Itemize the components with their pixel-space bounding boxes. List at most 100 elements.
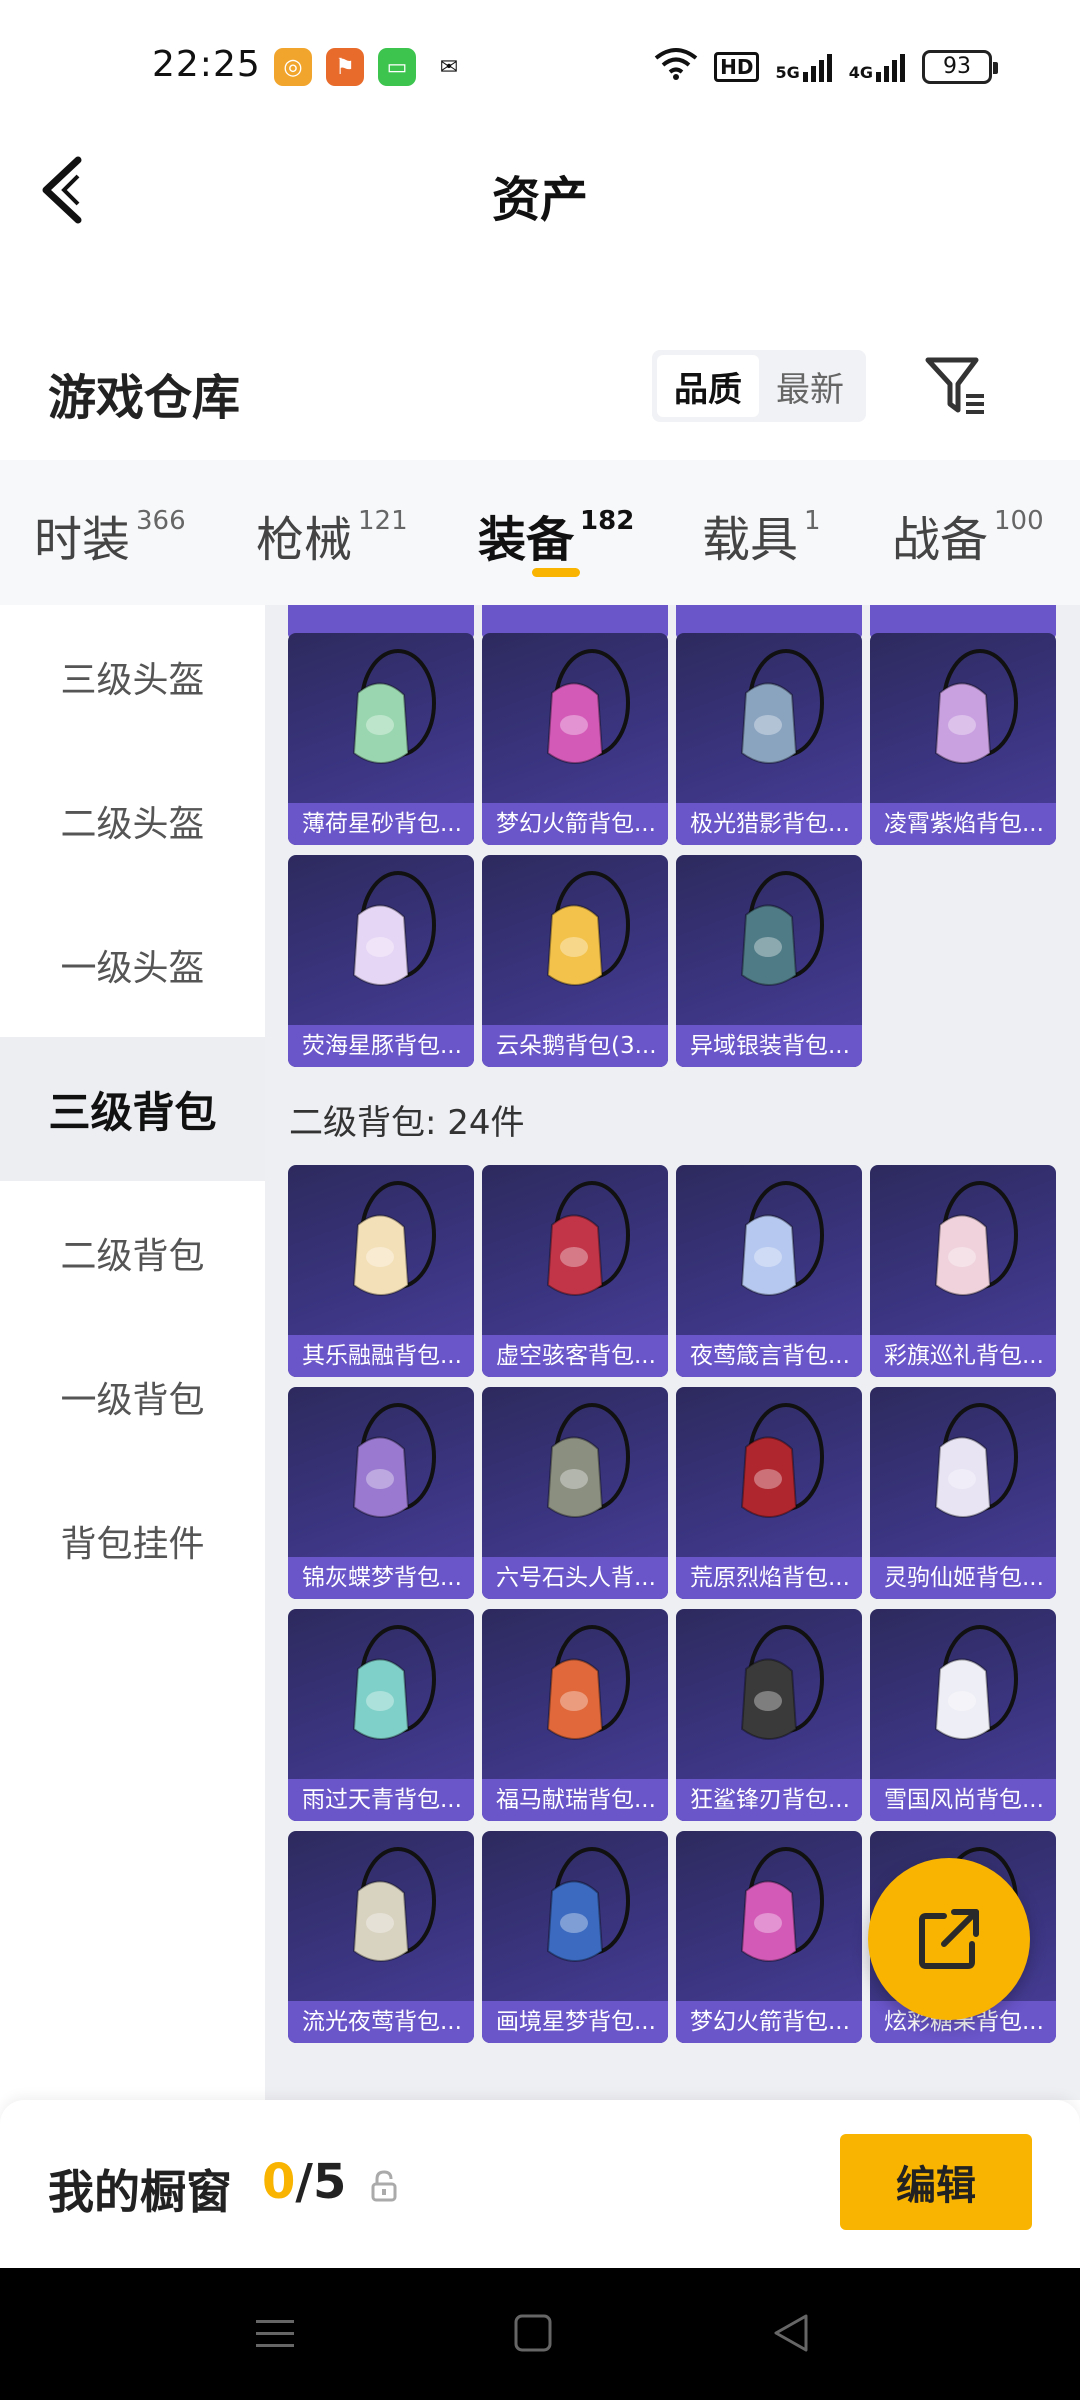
tab-count: 121: [358, 506, 408, 536]
item-tile[interactable]: 福马献瑞背包...: [482, 1609, 668, 1821]
active-tab-indicator: [532, 568, 580, 577]
tab-label: 装备: [478, 512, 575, 568]
item-tile[interactable]: 彩旗巡礼背包...: [870, 1165, 1056, 1377]
message-notification-icon: ▭: [378, 48, 416, 86]
lock-icon: [371, 2170, 397, 2202]
tab-label: 时装: [34, 512, 131, 568]
showcase-label: 我的橱窗: [48, 2165, 232, 2219]
item-tile[interactable]: 灵驹仙姬背包...: [870, 1387, 1056, 1599]
tab-fashion[interactable]: 时装 366: [34, 500, 186, 570]
item-name: 其乐融融背包...: [288, 1335, 474, 1377]
page-title: 资产: [491, 172, 588, 228]
item-tile[interactable]: 其乐融融背包...: [288, 1165, 474, 1377]
back-nav-icon[interactable]: [766, 2308, 816, 2358]
showcase-bar: 我的橱窗 0/5 编辑: [0, 2100, 1080, 2268]
item-tile[interactable]: 薄荷星砂背包...: [288, 633, 474, 845]
sidebar-item-level2-backpack[interactable]: 二级背包: [0, 1181, 265, 1325]
item-name: 彩旗巡礼背包...: [870, 1335, 1056, 1377]
subcategory-sidebar: 三级头盔 二级头盔 一级头盔 三级背包 二级背包 一级背包 背包挂件: [0, 605, 265, 2100]
item-name: 异域银装背包...: [676, 1025, 862, 1067]
tab-firearms[interactable]: 枪械 121: [256, 500, 408, 570]
item-name: 凌霄紫焰背包...: [870, 803, 1056, 845]
item-tile[interactable]: 雨过天青背包...: [288, 1609, 474, 1821]
backpack-image: [546, 649, 630, 764]
warehouse-title: 游戏仓库: [48, 370, 241, 426]
showcase-count: 0/5: [262, 2154, 346, 2210]
backpack-image: [352, 1847, 436, 1962]
tab-vehicles[interactable]: 载具 1: [702, 500, 821, 570]
notification-icons: ◎ ⚑ ▭ ✉: [274, 48, 468, 86]
sidebar-item-level3-backpack[interactable]: 三级背包: [0, 1037, 265, 1181]
item-name: 狂鲨锋刃背包...: [676, 1779, 862, 1821]
share-fab-button[interactable]: [868, 1858, 1030, 2020]
item-name: 雨过天青背包...: [288, 1779, 474, 1821]
mail-notification-icon: ✉: [430, 48, 468, 86]
item-tile[interactable]: 荒原烈焰背包...: [676, 1387, 862, 1599]
status-bar: 22:25 ◎ ⚑ ▭ ✉ HD 5G 4G 93: [0, 0, 1080, 135]
item-name: 画境星梦背包...: [482, 2001, 668, 2043]
sidebar-item-level1-backpack[interactable]: 一级背包: [0, 1325, 265, 1469]
signal-4g-icon: 4G: [849, 52, 906, 82]
item-name: 荒原烈焰背包...: [676, 1557, 862, 1599]
edit-button[interactable]: 编辑: [840, 2134, 1032, 2230]
item-tile[interactable]: 虚空骇客背包...: [482, 1165, 668, 1377]
backpack-image: [352, 1403, 436, 1518]
showcase-current: 0: [262, 2154, 296, 2210]
sidebar-item-level1-helmet[interactable]: 一级头盔: [0, 893, 265, 1037]
hd-badge: HD: [714, 51, 760, 82]
home-icon[interactable]: [508, 2308, 558, 2358]
tab-label: 载具: [702, 512, 799, 568]
sidebar-item-backpack-charm[interactable]: 背包挂件: [0, 1469, 265, 1613]
item-tile[interactable]: 梦幻火箭背包...: [676, 1831, 862, 2043]
sort-toggle: 品质 最新: [652, 350, 866, 422]
tab-equipment[interactable]: 装备 182: [478, 500, 634, 570]
item-name: 夜莺箴言背包...: [676, 1335, 862, 1377]
app-notification-icon: ◎: [274, 48, 312, 86]
backpack-image: [934, 1625, 1018, 1740]
backpack-image: [934, 1181, 1018, 1296]
sidebar-item-level3-helmet[interactable]: 三级头盔: [0, 605, 265, 749]
item-tile[interactable]: 极光猎影背包...: [676, 633, 862, 845]
filter-button[interactable]: [920, 352, 990, 422]
item-tile[interactable]: 云朵鹅背包(3...: [482, 855, 668, 1067]
item-tile[interactable]: 夜莺箴言背包...: [676, 1165, 862, 1377]
item-name: 流光夜莺背包...: [288, 2001, 474, 2043]
status-time: 22:25: [152, 44, 261, 85]
item-name: 灵驹仙姬背包...: [870, 1557, 1056, 1599]
share-external-icon: [919, 1909, 979, 1969]
signal-5g-icon: 5G: [775, 52, 832, 82]
item-tile[interactable]: 荧海星豚背包...: [288, 855, 474, 1067]
backpack-image: [740, 1181, 824, 1296]
sidebar-item-level2-helmet[interactable]: 二级头盔: [0, 749, 265, 893]
item-tile[interactable]: 凌霄紫焰背包...: [870, 633, 1056, 845]
wifi-icon: [654, 46, 698, 87]
backpack-image: [546, 1625, 630, 1740]
item-tile[interactable]: 流光夜莺背包...: [288, 1831, 474, 2043]
item-name: 薄荷星砂背包...: [288, 803, 474, 845]
backpack-image: [352, 1625, 436, 1740]
status-indicators: HD 5G 4G 93: [654, 46, 998, 87]
level2-section-title: 二级背包: 24件: [289, 1103, 525, 1143]
tab-count: 366: [136, 506, 186, 536]
sort-latest-option[interactable]: 最新: [759, 355, 861, 417]
item-tile[interactable]: 狂鲨锋刃背包...: [676, 1609, 862, 1821]
item-name: 梦幻火箭背包...: [482, 803, 668, 845]
backpack-image: [546, 1847, 630, 1962]
showcase-total: /5: [295, 2154, 347, 2210]
backpack-image: [352, 871, 436, 986]
item-tile[interactable]: 梦幻火箭背包...: [482, 633, 668, 845]
menu-icon[interactable]: [250, 2308, 300, 2358]
backpack-image: [546, 1181, 630, 1296]
tab-war-supplies[interactable]: 战备 100: [892, 500, 1044, 570]
signal-5g-label: 5G: [775, 62, 800, 82]
item-name: 福马献瑞背包...: [482, 1779, 668, 1821]
item-tile[interactable]: 雪国风尚背包...: [870, 1609, 1056, 1821]
item-tile[interactable]: 锦灰蝶梦背包...: [288, 1387, 474, 1599]
backpack-image: [352, 1181, 436, 1296]
tab-count: 1: [804, 506, 821, 536]
item-tile[interactable]: 六号石头人背...: [482, 1387, 668, 1599]
sort-quality-option[interactable]: 品质: [657, 355, 759, 417]
game-notification-icon: ⚑: [326, 48, 364, 86]
item-tile[interactable]: 画境星梦背包...: [482, 1831, 668, 2043]
item-tile[interactable]: 异域银装背包...: [676, 855, 862, 1067]
